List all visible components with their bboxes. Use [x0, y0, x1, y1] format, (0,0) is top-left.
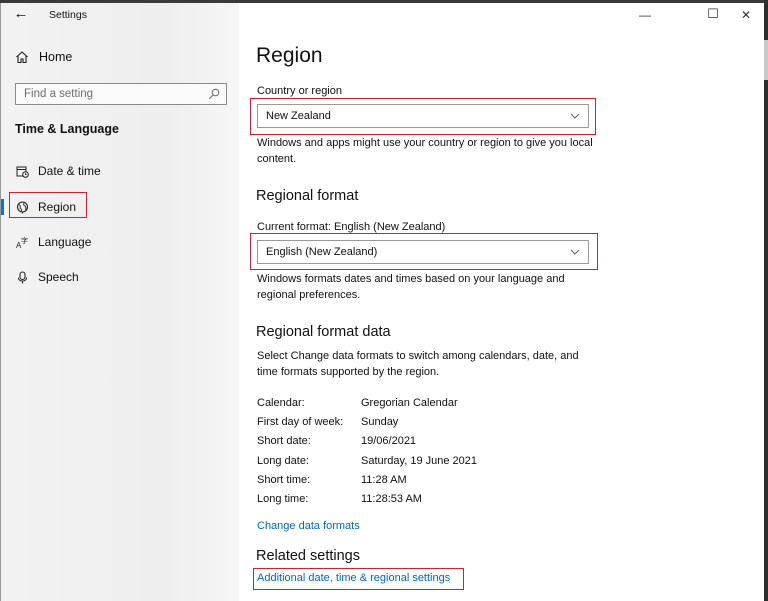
main-panel: — ☐ ✕ Region Country or region New Zeala… — [239, 3, 765, 601]
regional-format-heading: Regional format — [256, 188, 359, 204]
regional-format-description: Windows formats dates and times based on… — [257, 273, 565, 301]
highlight-box — [250, 233, 598, 270]
maximize-button[interactable]: ☐ — [703, 6, 723, 22]
highlight-box — [250, 98, 596, 135]
row-value: Gregorian Calendar — [361, 397, 458, 409]
scrollbar[interactable] — [764, 0, 768, 601]
related-settings-heading: Related settings — [256, 548, 360, 564]
sidebar-item-label: Speech — [38, 270, 79, 284]
country-label: Country or region — [257, 85, 342, 97]
svg-text:字: 字 — [21, 236, 28, 245]
close-button[interactable]: ✕ — [736, 8, 756, 22]
row-key: Long date: — [257, 455, 309, 467]
back-arrow-icon[interactable]: ← — [13, 5, 29, 22]
search-input[interactable]: Find a setting — [15, 83, 227, 105]
sidebar-item-language[interactable]: A字 Language — [1, 227, 239, 257]
microphone-icon — [15, 270, 29, 284]
sidebar: ← Settings Home Find a setting Time & La… — [1, 3, 239, 601]
row-value: 19/06/2021 — [361, 435, 417, 447]
home-icon — [16, 51, 28, 64]
format-data-description: Select Change data formats to switch amo… — [257, 350, 579, 378]
change-data-formats-link[interactable]: Change data formats — [257, 520, 360, 532]
home-label: Home — [39, 50, 73, 64]
row-key: First day of week: — [257, 416, 344, 428]
home-link[interactable]: Home — [15, 50, 72, 64]
sidebar-item-speech[interactable]: Speech — [1, 262, 239, 292]
page-title: Region — [256, 44, 323, 67]
sidebar-item-label: Date & time — [38, 164, 101, 178]
scrollbar-thumb[interactable] — [764, 40, 768, 80]
row-value: 11:28 AM — [361, 474, 407, 486]
row-key: Short date: — [257, 435, 311, 447]
format-data-heading: Regional format data — [256, 324, 391, 340]
current-format-label: Current format: English (New Zealand) — [257, 221, 446, 233]
highlight-box — [253, 568, 464, 590]
settings-window: ← Settings Home Find a setting Time & La… — [0, 3, 765, 601]
app-title: Settings — [49, 9, 87, 21]
highlight-box — [9, 192, 87, 218]
sidebar-item-label: Language — [38, 235, 92, 249]
section-title: Time & Language — [15, 122, 119, 136]
calendar-clock-icon — [15, 164, 29, 178]
title-bar: ← Settings — [1, 3, 239, 27]
row-key: Short time: — [257, 474, 311, 486]
sidebar-item-date-time[interactable]: Date & time — [1, 156, 239, 186]
row-value: 11:28:53 AM — [361, 493, 422, 505]
language-icon: A字 — [15, 235, 29, 249]
search-placeholder: Find a setting — [24, 88, 94, 100]
row-key: Calendar: — [257, 397, 305, 409]
row-value: Sunday — [361, 416, 399, 428]
row-key: Long time: — [257, 493, 309, 505]
row-value: Saturday, 19 June 2021 — [361, 455, 477, 467]
selected-indicator — [1, 199, 4, 215]
minimize-button[interactable]: — — [635, 8, 655, 22]
country-description: Windows and apps might use your country … — [257, 137, 593, 165]
search-icon[interactable] — [208, 88, 220, 100]
